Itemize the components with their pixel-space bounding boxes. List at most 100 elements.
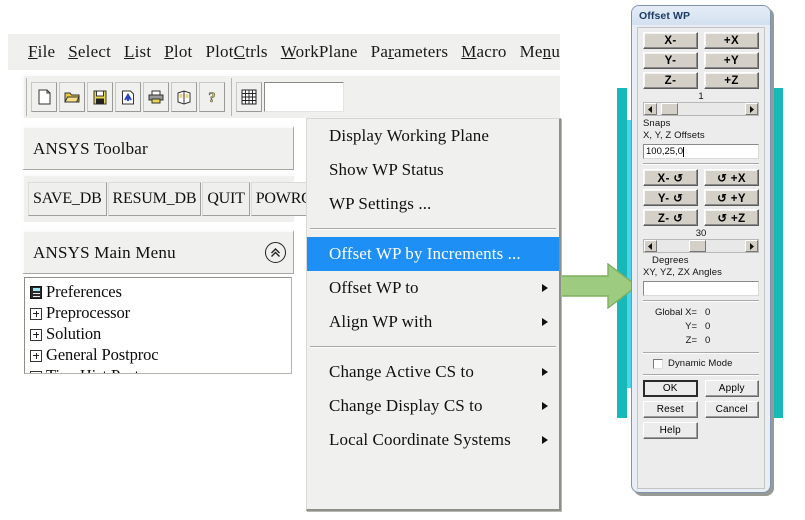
angles-label: XY, YZ, ZX Angles <box>643 267 722 278</box>
expand-plus-icon[interactable] <box>30 307 42 320</box>
svg-text:?: ? <box>208 90 216 105</box>
menuitem-show-wp-status[interactable]: Show WP Status <box>307 153 559 187</box>
tree-item-label: Preprocessor <box>46 303 131 323</box>
offset-wp-dialog: Offset WP X- +X Y- +Y Z- +Z 1 Snaps X, Y… <box>631 5 771 493</box>
menu-item-workplane[interactable]: WorkPlane <box>281 42 358 62</box>
ansys-toolbar-buttons: SAVE_DB RESUM_DB QUIT POWRGRPH <box>22 174 349 222</box>
screenshot-root: File Select List Plot PlotCtrls WorkPlan… <box>0 0 805 520</box>
submenu-arrow-icon <box>542 436 548 444</box>
teal-background-strip-left <box>617 88 627 418</box>
rotate-z-minus-button[interactable]: Z- ↺ <box>643 209 698 226</box>
rotate-y-plus-button[interactable]: ↺ +Y <box>704 189 759 206</box>
degrees-label: Degrees <box>652 255 689 266</box>
dialog-title: Offset WP <box>639 9 691 22</box>
keyboard-grid-icon[interactable] <box>236 82 262 112</box>
global-x-label: Global X= <box>655 307 697 318</box>
slider-left-arrow-icon[interactable] <box>644 103 657 115</box>
tree-item-preferences[interactable]: Preferences <box>30 282 291 303</box>
angles-input[interactable] <box>643 281 759 296</box>
double-chevron-up-icon[interactable] <box>265 242 286 263</box>
menu-item-parameters[interactable]: Parameters <box>371 42 449 62</box>
menuitem-wp-settings[interactable]: WP Settings ... <box>307 187 559 221</box>
dialog-action-buttons: OK Apply Reset Cancel Help <box>643 380 759 439</box>
icon-toolbar: ? <box>22 74 560 118</box>
slider-right-arrow-icon[interactable] <box>745 103 758 115</box>
menuitem-label: Change Display CS to <box>329 396 483 415</box>
menu-item-file[interactable]: File <box>28 42 55 62</box>
open-folder-icon[interactable] <box>59 82 85 112</box>
slider-track[interactable] <box>657 240 745 252</box>
expand-plus-icon[interactable] <box>30 328 42 341</box>
ok-button[interactable]: OK <box>643 380 698 397</box>
command-input[interactable] <box>264 82 344 112</box>
tree-item-solution[interactable]: Solution <box>30 324 291 345</box>
menu-item-list[interactable]: List <box>124 42 151 62</box>
translate-z-minus-button[interactable]: Z- <box>643 72 698 89</box>
global-x-value: 0 <box>705 307 711 318</box>
save-disk-icon[interactable] <box>87 82 113 112</box>
rotate-y-minus-button[interactable]: Y- ↺ <box>643 189 698 206</box>
slider-right-arrow-icon[interactable] <box>745 240 758 252</box>
slider-left-arrow-icon[interactable] <box>644 240 657 252</box>
menuitem-local-coordinate-systems[interactable]: Local Coordinate Systems <box>307 423 559 457</box>
cancel-button[interactable]: Cancel <box>704 401 759 418</box>
ansys-main-menu-header: ANSYS Main Menu <box>22 230 294 274</box>
menu-item-menuctrls[interactable]: Menu <box>520 42 560 62</box>
slider-track[interactable] <box>657 103 745 115</box>
menu-item-plot[interactable]: Plot <box>164 42 192 62</box>
save-db-button[interactable]: SAVE_DB <box>28 182 107 216</box>
degrees-slider[interactable] <box>643 239 759 253</box>
menu-item-plotctrls[interactable]: PlotCtrls <box>205 42 267 62</box>
tree-item-general-postproc[interactable]: General Postproc <box>30 345 291 366</box>
reset-button[interactable]: Reset <box>643 401 698 418</box>
translate-z-plus-button[interactable]: +Z <box>704 72 759 89</box>
translate-x-plus-button[interactable]: +X <box>704 32 759 49</box>
dynamic-mode-row[interactable]: Dynamic Mode <box>643 358 759 370</box>
menuitem-display-working-plane[interactable]: Display Working Plane <box>307 119 559 153</box>
translate-x-minus-button[interactable]: X- <box>643 32 698 49</box>
slider-thumb[interactable] <box>661 103 678 115</box>
report-icon[interactable] <box>171 82 197 112</box>
tree-item-label: Solution <box>46 324 102 344</box>
tree-item-label: Preferences <box>46 282 122 302</box>
main-menu-tree[interactable]: Preferences Preprocessor Solution Genera… <box>24 277 292 374</box>
menuitem-label: Offset WP to <box>329 278 419 297</box>
expand-plus-icon[interactable] <box>30 370 42 373</box>
menuitem-change-display-cs-to[interactable]: Change Display CS to <box>307 389 559 423</box>
translate-y-plus-button[interactable]: +Y <box>704 52 759 69</box>
translate-y-minus-button[interactable]: Y- <box>643 52 698 69</box>
menu-item-select[interactable]: Select <box>68 42 111 62</box>
quit-button[interactable]: QUIT <box>202 182 250 216</box>
menu-bar: File Select List Plot PlotCtrls WorkPlan… <box>8 34 560 70</box>
menu-item-macro[interactable]: Macro <box>461 42 506 62</box>
ansys-toolbar-panel: ANSYS Toolbar <box>22 126 294 170</box>
rotate-x-plus-button[interactable]: ↺ +X <box>704 169 759 186</box>
new-file-icon[interactable] <box>31 82 57 112</box>
tree-item-preprocessor[interactable]: Preprocessor <box>30 303 291 324</box>
menu-separator <box>310 228 556 230</box>
ansys-main-window: File Select List Plot PlotCtrls WorkPlan… <box>8 34 561 511</box>
dynamic-mode-checkbox[interactable] <box>653 359 663 369</box>
menuitem-align-wp-with[interactable]: Align WP with <box>307 305 559 339</box>
resum-db-button[interactable]: RESUM_DB <box>107 182 202 216</box>
submenu-arrow-icon <box>542 318 548 326</box>
menuitem-offset-wp-to[interactable]: Offset WP to <box>307 271 559 305</box>
xyz-offsets-input[interactable]: 100,25,0 <box>643 144 759 159</box>
menuitem-change-active-cs-to[interactable]: Change Active CS to <box>307 355 559 389</box>
rotate-x-minus-button[interactable]: X- ↺ <box>643 169 698 186</box>
help-question-icon[interactable]: ? <box>199 82 225 112</box>
global-y-label: Y= <box>685 321 697 332</box>
help-button[interactable]: Help <box>643 422 698 439</box>
resume-icon[interactable] <box>115 82 141 112</box>
apply-button[interactable]: Apply <box>704 380 759 397</box>
slider-thumb[interactable] <box>689 240 706 252</box>
expand-plus-icon[interactable] <box>30 349 42 362</box>
tree-item-timehist-postpro[interactable]: TimeHist Postpro <box>30 366 291 373</box>
menuitem-label: Local Coordinate Systems <box>329 430 511 449</box>
snap-slider[interactable] <box>643 102 759 116</box>
xyz-offsets-label: X, Y, Z Offsets <box>643 130 705 141</box>
rotate-z-plus-button[interactable]: ↺ +Z <box>704 209 759 226</box>
tree-item-label: TimeHist Postpro <box>46 368 161 373</box>
print-icon[interactable] <box>143 82 169 112</box>
menuitem-offset-wp-by-increments[interactable]: Offset WP by Increments ... <box>307 237 559 271</box>
